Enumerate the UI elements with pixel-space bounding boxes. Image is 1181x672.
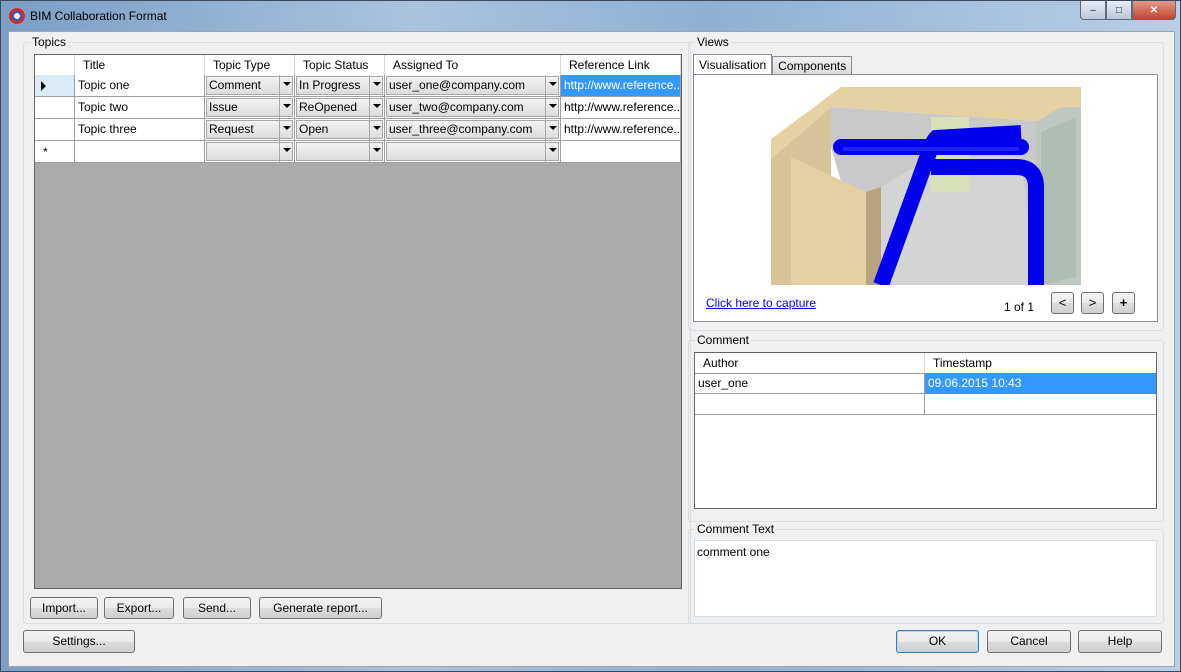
new-comment-row[interactable] (695, 394, 1156, 415)
column-header-reference-link[interactable]: Reference Link (561, 55, 681, 75)
comment-grid[interactable]: Author Timestamp user_one 09.06.2015 10:… (694, 352, 1157, 509)
topics-grid[interactable]: Title Topic Type Topic Status Assigned T… (34, 54, 682, 589)
reference-link-cell[interactable]: http://www.reference... (561, 119, 681, 140)
topic-status-dropdown[interactable]: In Progress (295, 75, 385, 96)
previous-viewpoint-button[interactable]: < (1051, 292, 1074, 314)
column-header-topic-type[interactable]: Topic Type (205, 55, 295, 75)
column-header-title[interactable]: Title (75, 55, 205, 75)
topic-title-cell[interactable]: Topic two (75, 97, 205, 118)
assigned-to-dropdown[interactable]: user_two@company.com (385, 97, 561, 118)
client-area: Topics Title Topic Type Topic Status Ass… (8, 31, 1175, 667)
new-topic-status-dropdown[interactable] (295, 141, 385, 162)
cancel-button[interactable]: Cancel (987, 630, 1071, 653)
window-title: BIM Collaboration Format (30, 9, 167, 23)
export-button[interactable]: Export... (104, 597, 174, 619)
views-group: Views Visualisation Components Click her… (688, 35, 1164, 331)
new-topic-row[interactable]: * (35, 141, 681, 163)
viewpoint-snapshot (771, 87, 1081, 285)
next-viewpoint-button[interactable]: > (1081, 292, 1104, 314)
topic-title-cell[interactable]: Topic three (75, 119, 205, 140)
comment-row[interactable]: user_one 09.06.2015 10:43 (695, 373, 1156, 394)
chevron-down-icon[interactable] (279, 75, 294, 96)
row-header-selected[interactable] (35, 75, 75, 96)
close-button[interactable]: ✕ (1132, 1, 1176, 20)
assigned-to-dropdown[interactable]: user_three@company.com (385, 119, 561, 140)
chevron-down-icon[interactable] (369, 97, 384, 118)
tab-components[interactable]: Components (772, 56, 853, 75)
topic-type-dropdown[interactable]: Issue (205, 97, 295, 118)
comment-label: Comment (695, 333, 752, 347)
chevron-down-icon[interactable] (545, 119, 560, 140)
column-header-author[interactable]: Author (695, 353, 925, 373)
topics-grid-header: Title Topic Type Topic Status Assigned T… (35, 55, 681, 76)
comment-grid-header: Author Timestamp (695, 353, 1156, 374)
capture-link[interactable]: Click here to capture (706, 296, 816, 310)
topic-row[interactable]: Topic two Issue ReOpened user_two@compan… (35, 97, 681, 119)
assigned-to-dropdown[interactable]: user_one@company.com (385, 75, 561, 96)
current-row-arrow-icon (41, 81, 46, 91)
new-author-cell[interactable] (695, 394, 925, 415)
comment-text-label: Comment Text (695, 522, 777, 536)
topic-type-dropdown[interactable]: Comment (205, 75, 295, 96)
row-header[interactable] (35, 119, 75, 140)
column-header-topic-status[interactable]: Topic Status (295, 55, 385, 75)
comment-text-group: Comment Text comment one (688, 522, 1164, 624)
topic-row[interactable]: Topic one Comment In Progress user_one@c… (35, 75, 681, 97)
topic-type-dropdown[interactable]: Request (205, 119, 295, 140)
chevron-down-icon[interactable] (279, 141, 294, 162)
ok-button[interactable]: OK (896, 630, 979, 653)
topic-status-dropdown[interactable]: Open (295, 119, 385, 140)
chevron-down-icon[interactable] (545, 75, 560, 96)
new-topic-type-dropdown[interactable] (205, 141, 295, 162)
comment-text-area[interactable]: comment one (694, 540, 1157, 617)
new-title-cell[interactable] (75, 141, 205, 162)
topic-row[interactable]: Topic three Request Open user_three@comp… (35, 119, 681, 141)
reference-link-cell[interactable]: http://www.reference... (561, 97, 681, 118)
views-label: Views (695, 35, 731, 49)
help-button[interactable]: Help (1078, 630, 1162, 653)
pager-text: 1 of 1 (1004, 300, 1035, 314)
generate-report-button[interactable]: Generate report... (259, 597, 382, 619)
add-viewpoint-button[interactable]: + (1112, 292, 1135, 314)
comment-timestamp-cell[interactable]: 09.06.2015 10:43 (925, 373, 1156, 394)
new-assigned-to-dropdown[interactable] (385, 141, 561, 162)
reference-link-cell[interactable]: http://www.reference... (561, 75, 681, 96)
maximize-button[interactable]: □ (1106, 1, 1132, 20)
topic-title-cell[interactable]: Topic one (75, 75, 205, 96)
app-window: BIM Collaboration Format – □ ✕ Topics Ti… (0, 0, 1181, 672)
minimize-button[interactable]: – (1080, 1, 1106, 20)
chevron-down-icon[interactable] (545, 97, 560, 118)
chevron-down-icon[interactable] (279, 119, 294, 140)
import-button[interactable]: Import... (30, 597, 98, 619)
new-row-header[interactable]: * (35, 141, 75, 162)
row-header-corner (35, 55, 75, 75)
row-header[interactable] (35, 97, 75, 118)
comment-group: Comment Author Timestamp user_one 09.06.… (688, 333, 1164, 522)
new-reference-link-cell[interactable] (561, 141, 681, 162)
comment-author-cell[interactable]: user_one (695, 373, 925, 394)
visualisation-panel: Click here to capture 1 of 1 < > + (693, 74, 1158, 322)
topics-group: Topics Title Topic Type Topic Status Ass… (23, 35, 691, 624)
chevron-down-icon[interactable] (369, 141, 384, 162)
tab-visualisation[interactable]: Visualisation (693, 54, 773, 75)
settings-button[interactable]: Settings... (23, 630, 135, 653)
bcf-app-icon (9, 8, 25, 24)
chevron-down-icon[interactable] (369, 75, 384, 96)
chevron-down-icon[interactable] (369, 119, 384, 140)
new-timestamp-cell[interactable] (925, 394, 1156, 415)
chevron-down-icon[interactable] (545, 141, 560, 162)
chevron-down-icon[interactable] (279, 97, 294, 118)
topics-label: Topics (30, 35, 69, 49)
column-header-timestamp[interactable]: Timestamp (925, 353, 1156, 373)
views-tabbar: Visualisation Components (693, 54, 853, 75)
title-bar[interactable]: BIM Collaboration Format – □ ✕ (1, 1, 1181, 31)
topic-status-dropdown[interactable]: ReOpened (295, 97, 385, 118)
send-button[interactable]: Send... (183, 597, 251, 619)
column-header-assigned-to[interactable]: Assigned To (385, 55, 561, 75)
